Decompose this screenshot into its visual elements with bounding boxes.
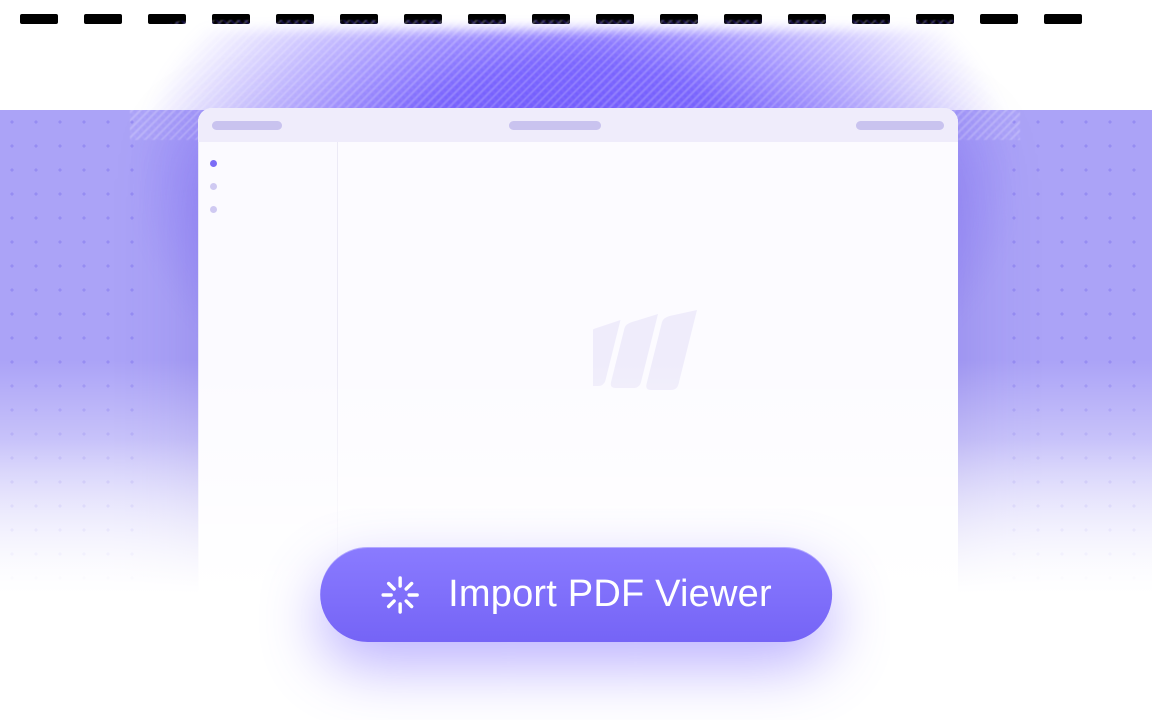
window-titlebar: [198, 108, 958, 142]
brand-logo-icon: [593, 310, 703, 394]
window-body: [198, 142, 958, 608]
titlebar-placeholder-left: [212, 121, 282, 130]
import-button-label: Import PDF Viewer: [448, 573, 772, 616]
sidebar-bullet: [210, 206, 217, 213]
sidebar-bullet: [210, 183, 217, 190]
app-window-mock: [198, 108, 958, 608]
sidebar-bullets: [210, 158, 217, 592]
sidebar-bullet: [210, 160, 217, 167]
spinner-icon: [380, 575, 420, 615]
import-pdf-viewer-button[interactable]: Import PDF Viewer: [320, 547, 832, 642]
titlebar-placeholder-right: [856, 121, 944, 130]
titlebar-placeholder-center: [509, 121, 601, 130]
hero-stage: Import PDF Viewer: [0, 0, 1152, 720]
dot-grid-left: [0, 110, 140, 610]
window-canvas: [338, 142, 958, 608]
window-sidebar: [198, 142, 338, 608]
dot-grid-right: [1002, 110, 1152, 610]
